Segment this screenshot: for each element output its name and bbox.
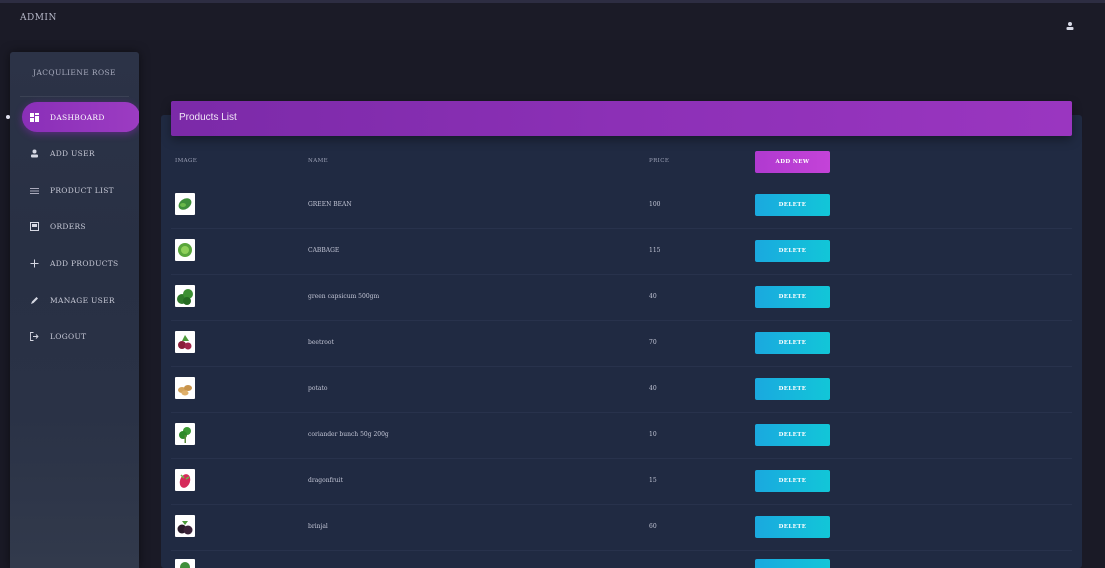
table-row: coriander bunch 50g 200g 10 DELETE bbox=[171, 413, 1072, 459]
add-new-button[interactable]: ADD NEW bbox=[755, 151, 830, 173]
top-bar: ADMIN bbox=[0, 0, 1105, 40]
active-indicator bbox=[6, 115, 10, 119]
sidebar-item-dashboard[interactable]: DASHBOARD bbox=[22, 102, 139, 132]
table-row: beetroot 70 DELETE bbox=[171, 321, 1072, 367]
product-name: GREEN BEAN bbox=[308, 201, 352, 208]
list-icon bbox=[28, 184, 40, 196]
delete-button[interactable]: DELETE bbox=[755, 516, 830, 538]
product-name: brinjal bbox=[308, 523, 328, 530]
sidebar-item-logout[interactable]: LOGOUT bbox=[22, 321, 139, 351]
dragonfruit-thumbnail bbox=[175, 469, 195, 491]
green-bean-thumbnail bbox=[175, 193, 195, 215]
sidebar-item-label: DASHBOARD bbox=[50, 112, 105, 122]
product-price: 115 bbox=[649, 247, 661, 254]
product-price: 100 bbox=[649, 201, 661, 208]
table-row: CABBAGE 115 DELETE bbox=[171, 229, 1072, 275]
delete-button[interactable]: DELETE bbox=[755, 240, 830, 262]
sidebar-item-product-list[interactable]: PRODUCT LIST bbox=[22, 175, 139, 205]
sidebar-item-label: ADD PRODUCTS bbox=[50, 258, 119, 268]
product-price: 40 bbox=[649, 293, 657, 300]
delete-button[interactable]: DELETE bbox=[755, 194, 830, 216]
product-price: 40 bbox=[649, 385, 657, 392]
sidebar-item-label: PRODUCT LIST bbox=[50, 185, 114, 195]
brand-title: ADMIN bbox=[20, 13, 57, 23]
products-card-header: Products List bbox=[171, 101, 1072, 136]
pencil-icon bbox=[28, 294, 40, 306]
product-name: CABBAGE bbox=[308, 247, 340, 254]
table-row bbox=[171, 551, 1072, 568]
user-icon bbox=[28, 147, 40, 159]
product-name: coriander bunch 50g 200g bbox=[308, 431, 389, 438]
sidebar-item-add-user[interactable]: ADD USER bbox=[22, 138, 139, 168]
column-header-price: PRICE bbox=[649, 158, 670, 164]
column-header-name: NAME bbox=[308, 158, 329, 164]
table-row: dragonfruit 15 DELETE bbox=[171, 459, 1072, 505]
table-row: green capsicum 500gm 40 DELETE bbox=[171, 275, 1072, 321]
column-header-image: IMAGE bbox=[175, 158, 198, 164]
potato-thumbnail bbox=[175, 377, 195, 399]
sidebar-item-orders[interactable]: ORDERS bbox=[22, 211, 139, 241]
page-title: Products List bbox=[179, 112, 237, 123]
sidebar-item-label: LOGOUT bbox=[50, 331, 87, 341]
sidebar-item-label: MANAGE USER bbox=[50, 295, 115, 305]
beetroot-thumbnail bbox=[175, 331, 195, 353]
delete-button[interactable] bbox=[755, 559, 830, 568]
product-name: beetroot bbox=[308, 339, 334, 346]
sidebar-item-label: ADD USER bbox=[50, 148, 95, 158]
table-row: potato 40 DELETE bbox=[171, 367, 1072, 413]
product-name: dragonfruit bbox=[308, 477, 343, 484]
delete-button[interactable]: DELETE bbox=[755, 286, 830, 308]
coriander-thumbnail bbox=[175, 423, 195, 445]
table-row: GREEN BEAN 100 DELETE bbox=[171, 183, 1072, 229]
vegetable-thumbnail bbox=[175, 559, 195, 568]
plus-icon bbox=[28, 257, 40, 269]
delete-button[interactable]: DELETE bbox=[755, 424, 830, 446]
product-name: potato bbox=[308, 385, 328, 392]
table-row: brinjal 60 DELETE bbox=[171, 505, 1072, 551]
sidebar-item-add-products[interactable]: ADD PRODUCTS bbox=[22, 248, 139, 278]
delete-button[interactable]: DELETE bbox=[755, 332, 830, 354]
product-price: 70 bbox=[649, 339, 657, 346]
capsicum-thumbnail bbox=[175, 285, 195, 307]
dashboard-icon bbox=[28, 111, 40, 123]
orders-icon bbox=[28, 220, 40, 232]
product-price: 15 bbox=[649, 477, 657, 484]
sidebar-item-label: ORDERS bbox=[50, 221, 86, 231]
product-price: 10 bbox=[649, 431, 657, 438]
product-name: green capsicum 500gm bbox=[308, 293, 380, 300]
user-account-icon[interactable] bbox=[1065, 21, 1075, 31]
sidebar: JACQULIENE ROSE DASHBOARD ADD USER PRODU… bbox=[10, 52, 139, 568]
logout-icon bbox=[28, 330, 40, 342]
delete-button[interactable]: DELETE bbox=[755, 470, 830, 492]
delete-button[interactable]: DELETE bbox=[755, 378, 830, 400]
product-price: 60 bbox=[649, 523, 657, 530]
cabbage-thumbnail bbox=[175, 239, 195, 261]
sidebar-item-manage-user[interactable]: MANAGE USER bbox=[22, 285, 139, 315]
brinjal-thumbnail bbox=[175, 515, 195, 537]
sidebar-user-name: JACQULIENE ROSE bbox=[33, 68, 116, 77]
